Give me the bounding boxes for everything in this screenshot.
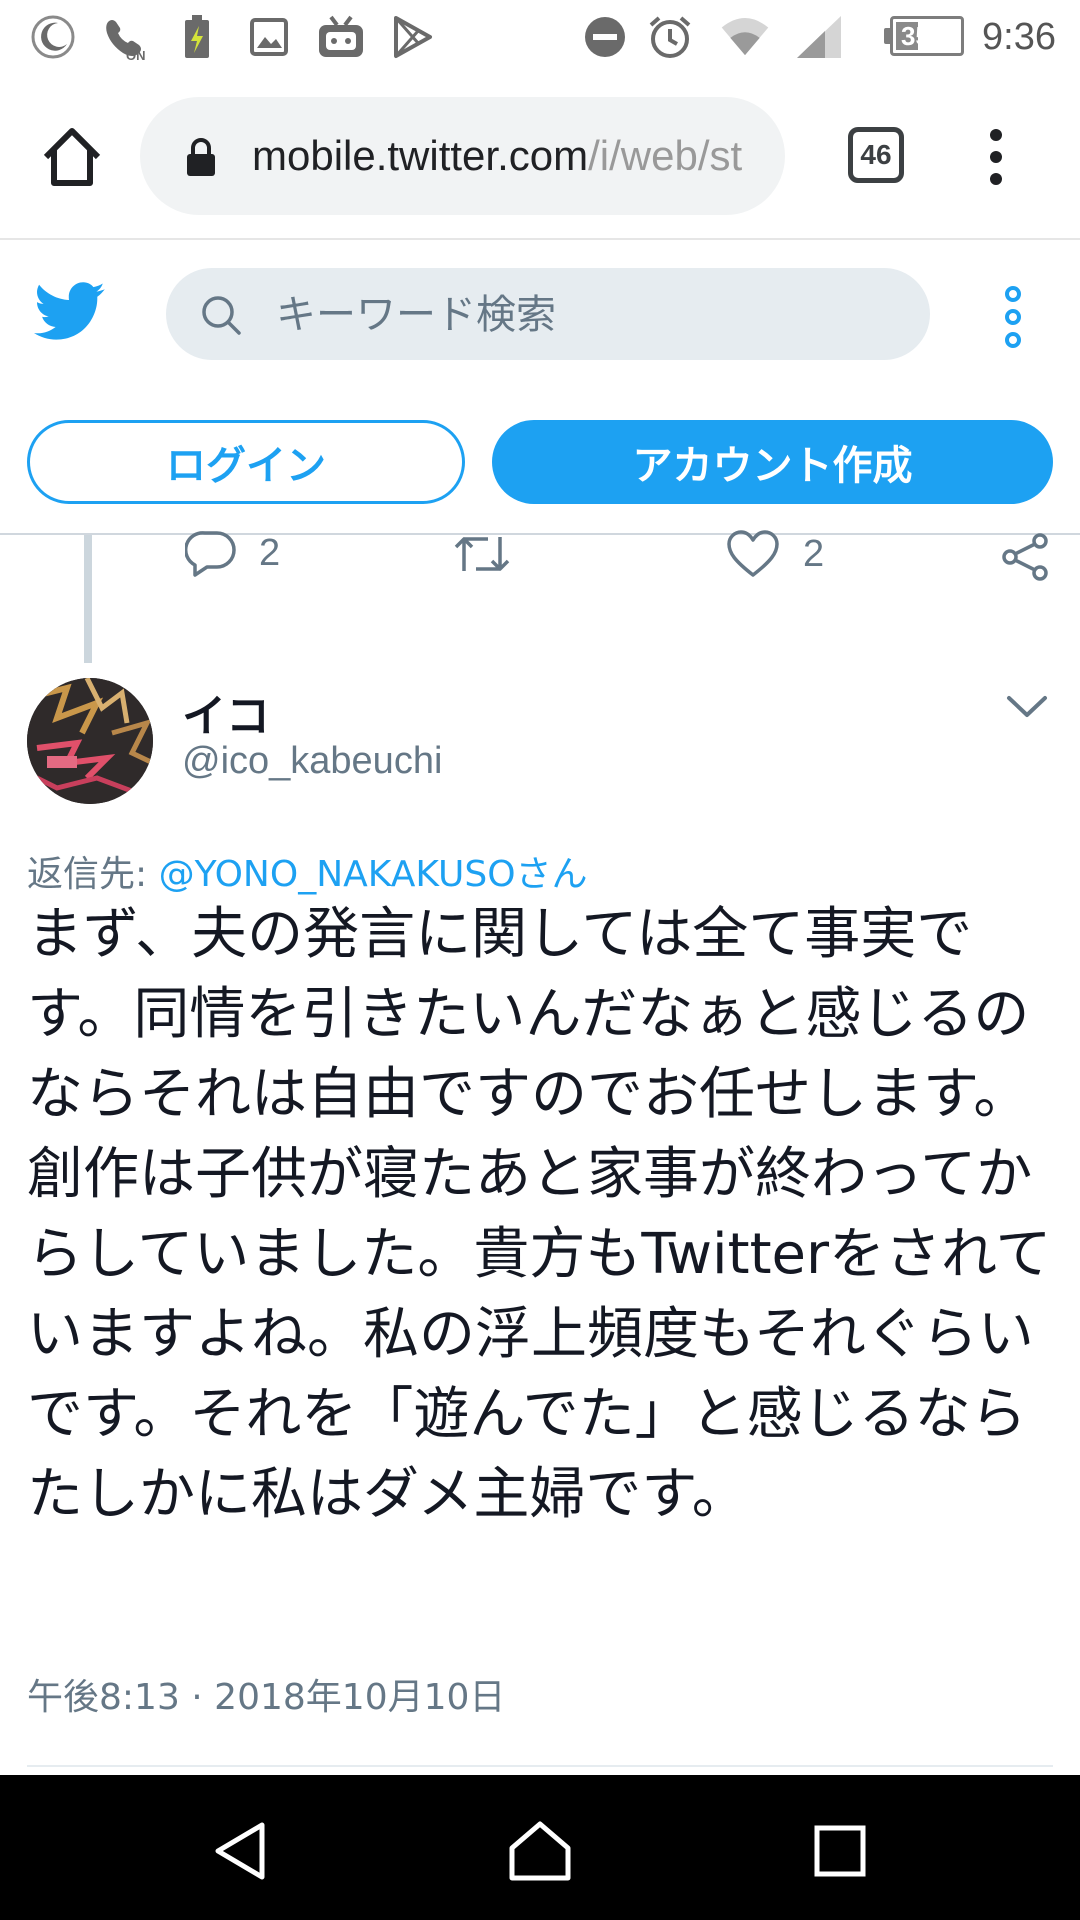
niconico-icon	[316, 12, 366, 62]
twitter-header: ログイン アカウント作成	[0, 240, 1080, 535]
twitter-bird-icon[interactable]	[34, 282, 106, 342]
user-handle[interactable]: @ico_kabeuchi	[182, 740, 442, 783]
back-icon	[215, 1822, 265, 1880]
url-host: mobile.twitter.com	[252, 132, 589, 179]
signup-button[interactable]: アカウント作成	[492, 420, 1053, 504]
divider	[27, 1765, 1053, 1767]
wifi-calling-on-icon: ON	[100, 12, 150, 62]
recents-button[interactable]	[800, 1811, 880, 1891]
url-text: mobile.twitter.com/i/web/st	[252, 97, 764, 215]
play-store-icon	[388, 12, 438, 62]
lock-icon	[187, 138, 215, 176]
avatar-image	[27, 678, 153, 804]
more-vertical-icon	[990, 129, 1002, 185]
url-path: /i/web/st	[588, 132, 743, 179]
reply-suffix: さん	[515, 854, 588, 895]
prev-tweet-actions: 2 2	[0, 525, 1080, 585]
reply-to-line: 返信先: @YONO_NAKAKUSOさん	[27, 845, 588, 897]
back-button[interactable]	[200, 1811, 280, 1891]
share-action[interactable]	[1000, 533, 1052, 581]
avatar[interactable]	[27, 678, 153, 804]
tweet-options-button[interactable]	[1005, 693, 1049, 725]
retweet-icon	[454, 537, 510, 571]
battery-indicator: 35%	[884, 16, 964, 56]
alarm-icon	[645, 12, 695, 62]
search-box[interactable]	[166, 268, 930, 362]
do-not-disturb-icon	[580, 12, 630, 62]
status-bar: ON 35% 9:36	[0, 0, 1080, 75]
home-nav-button[interactable]	[500, 1811, 580, 1891]
moon-icon	[28, 12, 78, 62]
battery-percent: 35%	[900, 21, 954, 51]
tab-switcher-button[interactable]: 46	[848, 127, 904, 183]
reply-count: 2	[259, 531, 281, 574]
address-bar[interactable]: mobile.twitter.com/i/web/st	[140, 97, 785, 215]
signal-icon	[795, 12, 845, 62]
tweet-text: まず、夫の発言に関しては全て事実です。同情を引きたいんだなぁと感じるのならそれは…	[27, 902, 1052, 1527]
like-count: 2	[803, 532, 825, 575]
reply-action[interactable]: 2	[185, 529, 280, 577]
reply-mention-link[interactable]: @YONO_NAKAKUSO	[159, 854, 516, 895]
login-button[interactable]: ログイン	[27, 420, 465, 504]
heart-icon	[727, 530, 779, 577]
browser-menu-button[interactable]	[978, 127, 1014, 187]
user-display-name[interactable]: イコ	[182, 680, 270, 744]
system-nav-bar	[0, 1775, 1080, 1920]
home-icon	[43, 128, 101, 186]
home-button[interactable]	[40, 125, 104, 189]
more-vertical-icon	[1005, 286, 1021, 348]
twitter-menu-button[interactable]	[998, 286, 1028, 348]
reply-icon	[185, 531, 236, 577]
home-circle-icon	[509, 1821, 571, 1881]
chevron-down-icon	[1007, 696, 1047, 717]
like-action[interactable]: 2	[725, 529, 824, 579]
wifi-calling-label: ON	[126, 48, 146, 62]
recents-icon	[814, 1825, 866, 1877]
search-icon	[202, 296, 241, 335]
browser-toolbar: mobile.twitter.com/i/web/st 46	[0, 75, 1080, 240]
clock: 9:36	[982, 16, 1056, 58]
image-icon	[244, 12, 294, 62]
search-input[interactable]	[274, 268, 898, 362]
wifi-icon	[720, 12, 770, 62]
battery-saver-icon	[172, 12, 222, 62]
share-icon	[1002, 533, 1048, 581]
tweet-timestamp[interactable]: 午後8:13 · 2018年10月10日	[27, 1668, 505, 1720]
reply-prefix: 返信先:	[27, 854, 159, 895]
retweet-action[interactable]	[452, 531, 512, 577]
